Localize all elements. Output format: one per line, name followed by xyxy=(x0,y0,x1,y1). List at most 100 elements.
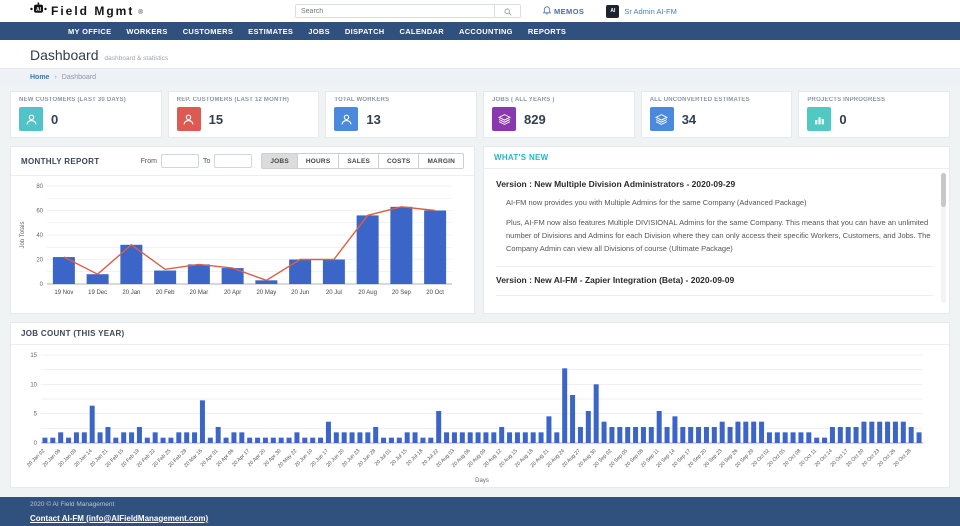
svg-text:10: 10 xyxy=(30,382,37,388)
report-button-costs[interactable]: COSTS xyxy=(379,153,419,169)
title-bar: Dashboard dashboard & statistics xyxy=(0,40,960,68)
stat-card: PROJECTS INPROGRESS 0 xyxy=(798,91,950,138)
top-bar: AI Field Mgmt ® xyxy=(0,0,960,22)
bell-icon xyxy=(543,6,551,17)
page-subtitle: dashboard & statistics xyxy=(105,55,169,62)
stat-cards-row: NEW CUSTOMERS (LAST 30 DAYS) 0 REP. CUSTOM… xyxy=(10,91,950,138)
nav-item-customers[interactable]: CUSTOMERS xyxy=(183,27,233,36)
stat-label: REP. CUSTOMERS (LAST 12 MONTH) xyxy=(177,97,311,103)
stat-value: 0 xyxy=(51,112,58,127)
monthly-report-chart: 020406080Job Totals19 Nov19 Dec20 Jan20 … xyxy=(11,176,474,315)
user-name: Sr Admin AI-FM xyxy=(624,7,677,16)
search-input[interactable] xyxy=(295,4,495,18)
svg-text:60: 60 xyxy=(36,209,43,215)
svg-text:Days: Days xyxy=(475,478,489,484)
nav-item-workers[interactable]: WORKERS xyxy=(126,27,167,36)
monthly-report-title: MONTHLY REPORT xyxy=(21,157,99,166)
stat-label: NEW CUSTOMERS (LAST 30 DAYS) xyxy=(19,97,153,103)
svg-text:15: 15 xyxy=(30,353,37,359)
brand-name: Field Mgmt xyxy=(51,4,134,18)
report-type-buttons: JOBSHOURSSALESCOSTSMARGIN xyxy=(261,153,464,169)
svg-text:20 Mar: 20 Mar xyxy=(190,290,209,296)
from-date-input[interactable] xyxy=(161,154,199,168)
whats-new-header: WHAT'S NEW xyxy=(484,147,949,169)
robot-logo-icon: AI xyxy=(30,2,47,20)
svg-text:40: 40 xyxy=(36,233,43,239)
stat-card: TOTAL WORKERS 13 xyxy=(325,91,477,138)
brand-logo[interactable]: AI Field Mgmt ® xyxy=(0,2,240,20)
whats-new-body: Version : New Multiple Division Administ… xyxy=(484,169,949,309)
svg-text:20 Apr: 20 Apr xyxy=(224,290,241,296)
nav-item-estimates[interactable]: ESTIMATES xyxy=(248,27,293,36)
stat-card: ALL UNCONVERTED ESTIMATES34 xyxy=(641,91,793,138)
report-button-hours[interactable]: HOURS xyxy=(298,153,339,169)
to-label: To xyxy=(203,158,210,165)
svg-text:20 May: 20 May xyxy=(257,290,277,296)
user-avatar: AI xyxy=(606,5,619,18)
breadcrumb-current: Dashboard xyxy=(62,74,96,81)
brand-registered-mark: ® xyxy=(138,10,142,16)
memos-link[interactable]: MEMOS xyxy=(543,6,584,17)
monthly-report-header: MONTHLY REPORT From To JOBSHOURSSALESCOS… xyxy=(11,147,474,176)
page-title: Dashboard xyxy=(30,47,99,63)
report-button-jobs[interactable]: JOBS xyxy=(261,153,298,169)
stat-label: JOBS ( ALL YEARS ) xyxy=(492,97,626,103)
layers-icon xyxy=(650,107,674,131)
nav-item-accounting[interactable]: ACCOUNTING xyxy=(459,27,513,36)
search-bar xyxy=(295,4,521,18)
whats-new-entry: Version : New Multiple Division Administ… xyxy=(496,171,933,267)
svg-text:20 Jun: 20 Jun xyxy=(291,290,309,296)
from-label: From xyxy=(141,158,157,165)
stat-label: TOTAL WORKERS xyxy=(334,97,468,103)
monthly-report-panel: MONTHLY REPORT From To JOBSHOURSSALESCOS… xyxy=(10,146,475,314)
breadcrumb: Home › Dashboard xyxy=(0,68,960,85)
svg-text:19 Nov: 19 Nov xyxy=(54,290,73,296)
to-date-input[interactable] xyxy=(214,154,252,168)
svg-text:80: 80 xyxy=(36,184,43,190)
whats-new-title: WHAT'S NEW xyxy=(494,153,549,162)
app: AI Field Mgmt ® xyxy=(0,0,960,526)
svg-text:20 Sep: 20 Sep xyxy=(392,290,412,296)
svg-text:0: 0 xyxy=(40,282,44,288)
job-count-panel: JOB COUNT (THIS YEAR) 05101520 Jan 0220 … xyxy=(10,322,950,488)
nav-item-reports[interactable]: REPORTS xyxy=(528,27,566,36)
report-button-margin[interactable]: MARGIN xyxy=(419,153,464,169)
whats-new-entry: Version : New AI-FM - Zapier Integration… xyxy=(496,267,933,296)
stat-card: REP. CUSTOMERS (LAST 12 MONTH) 15 xyxy=(168,91,320,138)
stat-label: PROJECTS INPROGRESS xyxy=(807,97,941,103)
memos-label: MEMOS xyxy=(554,7,584,16)
whats-new-scrollbar[interactable] xyxy=(941,173,946,303)
whats-new-entry-heading: Version : New Multiple Division Administ… xyxy=(496,179,933,189)
main-nav: MY OFFICE WORKERS CUSTOMERS ESTIMATES JOBS DI… xyxy=(0,22,960,40)
svg-text:20 Jan: 20 Jan xyxy=(122,290,140,296)
breadcrumb-home-link[interactable]: Home xyxy=(30,74,49,81)
whats-new-scrollbar-thumb[interactable] xyxy=(941,173,946,207)
stat-value: 0 xyxy=(839,112,846,127)
nav-item-calendar[interactable]: CALENDAR xyxy=(400,27,444,36)
footer-contact-link[interactable]: Contact AI-FM (info@AIFieldManagement.co… xyxy=(30,514,208,523)
user-icon xyxy=(334,107,358,131)
search-button[interactable] xyxy=(495,4,521,18)
nav-item-dispatch[interactable]: DISPATCH xyxy=(345,27,385,36)
daily-chart-svg: 05101520 Jan 0220 Jan 0620 Jan 0920 Jan … xyxy=(15,347,933,485)
user-icon xyxy=(19,107,43,131)
monthly-chart-svg: 020406080Job Totals19 Nov19 Dec20 Jan20 … xyxy=(15,178,458,310)
report-button-sales[interactable]: SALES xyxy=(339,153,379,169)
svg-text:20 Oct: 20 Oct xyxy=(426,290,444,296)
layers-icon xyxy=(492,107,516,131)
svg-text:20: 20 xyxy=(36,258,43,264)
whats-new-entry-paragraph: AI-FM now provides you with Multiple Adm… xyxy=(506,196,933,209)
job-count-header: JOB COUNT (THIS YEAR) xyxy=(11,323,949,345)
nav-item-my-office[interactable]: MY OFFICE xyxy=(68,27,111,36)
whats-new-entry-heading: Version : New AI-FM - Zapier Integration… xyxy=(496,275,933,285)
stat-value: 13 xyxy=(366,112,380,127)
nav-item-jobs[interactable]: JOBS xyxy=(308,27,330,36)
svg-text:19 Dec: 19 Dec xyxy=(88,290,107,296)
user-menu[interactable]: AI Sr Admin AI-FM xyxy=(606,5,677,18)
job-count-chart: 05101520 Jan 0220 Jan 0620 Jan 0920 Jan … xyxy=(11,345,949,490)
search-icon xyxy=(504,4,512,19)
svg-text:20 Jul: 20 Jul xyxy=(326,290,342,296)
stat-label: ALL UNCONVERTED ESTIMATES xyxy=(650,97,784,103)
job-count-title: JOB COUNT (THIS YEAR) xyxy=(21,329,125,338)
stat-value: 15 xyxy=(209,112,223,127)
